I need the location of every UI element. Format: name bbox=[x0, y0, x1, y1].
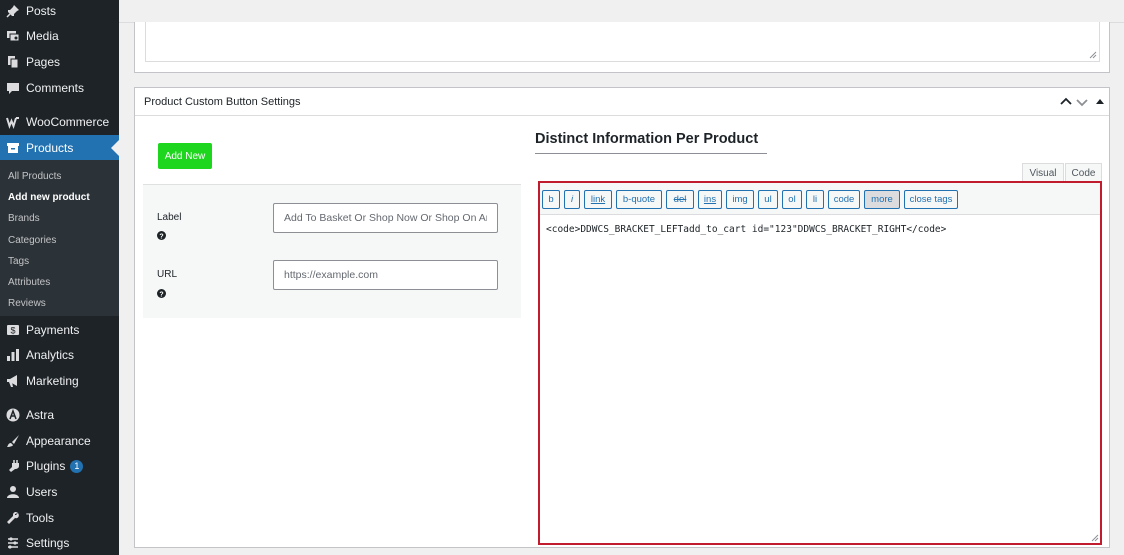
menu-astra-label: Astra bbox=[26, 408, 55, 422]
menu-astra[interactable]: Astra bbox=[0, 402, 119, 428]
previous-metabox bbox=[134, 22, 1110, 73]
menu-plugins-label: Plugins bbox=[26, 459, 66, 473]
comment-icon bbox=[6, 81, 20, 95]
submenu-attributes[interactable]: Attributes bbox=[8, 277, 50, 288]
admin-sidebar: Posts Media Pages Comments WooCommerce P… bbox=[0, 0, 119, 555]
settings-icon bbox=[6, 536, 20, 550]
previous-textarea[interactable] bbox=[145, 22, 1100, 62]
move-down-icon[interactable] bbox=[1075, 95, 1089, 109]
submenu-add-new-product[interactable]: Add new product bbox=[8, 192, 90, 203]
svg-text:$: $ bbox=[10, 326, 15, 336]
code-editor: b i link b-quote del ins img ul ol li co… bbox=[538, 181, 1102, 545]
menu-marketing[interactable]: Marketing bbox=[0, 368, 119, 394]
collapse-toggle-icon[interactable] bbox=[1093, 95, 1107, 109]
qt-bquote-button[interactable]: b-quote bbox=[616, 190, 662, 209]
menu-pages-label: Pages bbox=[26, 55, 61, 69]
submenu-tags[interactable]: Tags bbox=[8, 256, 29, 267]
move-up-icon[interactable] bbox=[1059, 95, 1073, 109]
submenu-brands[interactable]: Brands bbox=[8, 213, 40, 224]
plug-icon bbox=[6, 459, 20, 473]
url-help-icon[interactable]: ? bbox=[157, 289, 166, 298]
qt-bold-button[interactable]: b bbox=[542, 190, 560, 209]
menu-settings[interactable]: Settings bbox=[0, 530, 119, 555]
menu-posts-label: Posts bbox=[26, 4, 57, 18]
submenu-reviews[interactable]: Reviews bbox=[8, 298, 46, 309]
editor-resize-icon[interactable] bbox=[1091, 534, 1099, 542]
brush-icon bbox=[6, 434, 20, 448]
payments-icon: $ bbox=[6, 323, 20, 337]
menu-analytics[interactable]: Analytics bbox=[0, 342, 119, 368]
submenu-all-products[interactable]: All Products bbox=[8, 171, 61, 182]
add-new-button[interactable]: Add New bbox=[158, 143, 212, 169]
bar-chart-icon bbox=[6, 348, 20, 362]
label-field-label: Label bbox=[157, 212, 182, 223]
qt-code-button[interactable]: code bbox=[828, 190, 860, 209]
menu-woocommerce-label: WooCommerce bbox=[26, 115, 110, 129]
menu-settings-label: Settings bbox=[26, 536, 70, 550]
label-input[interactable] bbox=[273, 203, 498, 233]
menu-products-label: Products bbox=[26, 141, 74, 155]
metabox-title: Product Custom Button Settings bbox=[144, 96, 301, 108]
label-help-icon[interactable]: ? bbox=[157, 231, 166, 240]
menu-users-label: Users bbox=[26, 485, 58, 499]
svg-text:?: ? bbox=[159, 291, 163, 298]
menu-payments[interactable]: $ Payments bbox=[0, 317, 119, 343]
qt-link-button[interactable]: link bbox=[584, 190, 612, 209]
menu-tools[interactable]: Tools bbox=[0, 505, 119, 531]
menu-media-label: Media bbox=[26, 29, 59, 43]
editor-textarea[interactable]: <code>DDWCS_BRACKET_LEFTadd_to_cart id="… bbox=[546, 224, 1094, 235]
quicktags-toolbar: b i link b-quote del ins img ul ol li co… bbox=[540, 183, 1100, 215]
menu-analytics-label: Analytics bbox=[26, 348, 75, 362]
menu-pages[interactable]: Pages bbox=[0, 49, 119, 75]
qt-ol-button[interactable]: ol bbox=[782, 190, 802, 209]
wrench-icon bbox=[6, 511, 20, 525]
submenu-categories[interactable]: Categories bbox=[8, 235, 56, 246]
qt-italic-button[interactable]: i bbox=[564, 190, 580, 209]
products-submenu: All Products Add new product Brands Cate… bbox=[0, 160, 119, 316]
megaphone-icon bbox=[6, 374, 20, 388]
distinct-info-title: Distinct Information Per Product bbox=[535, 131, 759, 147]
title-underline bbox=[535, 152, 767, 154]
qt-del-button[interactable]: del bbox=[666, 190, 694, 209]
user-icon bbox=[6, 485, 20, 499]
qt-close-tags-button[interactable]: close tags bbox=[904, 190, 958, 209]
menu-appearance[interactable]: Appearance bbox=[0, 428, 119, 454]
product-custom-button-metabox: Product Custom Button Settings Add New L… bbox=[134, 87, 1110, 548]
pages-icon bbox=[6, 55, 20, 69]
button-fields-box: Label ? URL ? bbox=[143, 184, 521, 318]
svg-text:?: ? bbox=[159, 233, 163, 240]
tab-code[interactable]: Code bbox=[1065, 163, 1102, 183]
qt-img-button[interactable]: img bbox=[726, 190, 754, 209]
plugins-update-badge: 1 bbox=[70, 459, 84, 473]
menu-woocommerce[interactable]: WooCommerce bbox=[0, 109, 119, 135]
qt-ul-button[interactable]: ul bbox=[758, 190, 778, 209]
menu-appearance-label: Appearance bbox=[26, 434, 91, 448]
menu-payments-label: Payments bbox=[26, 323, 80, 337]
pin-icon bbox=[6, 4, 20, 18]
menu-tools-label: Tools bbox=[26, 511, 55, 525]
menu-media[interactable]: Media bbox=[0, 23, 119, 49]
menu-marketing-label: Marketing bbox=[26, 374, 79, 388]
woocommerce-icon bbox=[6, 115, 20, 129]
top-strip bbox=[119, 0, 1124, 23]
qt-more-button[interactable]: more bbox=[864, 190, 900, 209]
menu-plugins[interactable]: Plugins 1 bbox=[0, 453, 119, 479]
tab-visual[interactable]: Visual bbox=[1022, 163, 1064, 183]
menu-products[interactable]: Products bbox=[0, 135, 119, 161]
media-icon bbox=[6, 29, 20, 43]
archive-icon bbox=[6, 141, 20, 155]
url-field-label: URL bbox=[157, 269, 178, 280]
menu-posts[interactable]: Posts bbox=[0, 0, 119, 24]
menu-comments-label: Comments bbox=[26, 81, 85, 95]
url-input[interactable] bbox=[273, 260, 498, 290]
qt-li-button[interactable]: li bbox=[806, 190, 824, 209]
astra-icon bbox=[6, 408, 20, 422]
menu-users[interactable]: Users bbox=[0, 479, 119, 505]
menu-comments[interactable]: Comments bbox=[0, 75, 119, 101]
qt-ins-button[interactable]: ins bbox=[698, 190, 722, 209]
metabox-header: Product Custom Button Settings bbox=[135, 88, 1109, 116]
resize-handle-icon[interactable] bbox=[1089, 51, 1097, 59]
